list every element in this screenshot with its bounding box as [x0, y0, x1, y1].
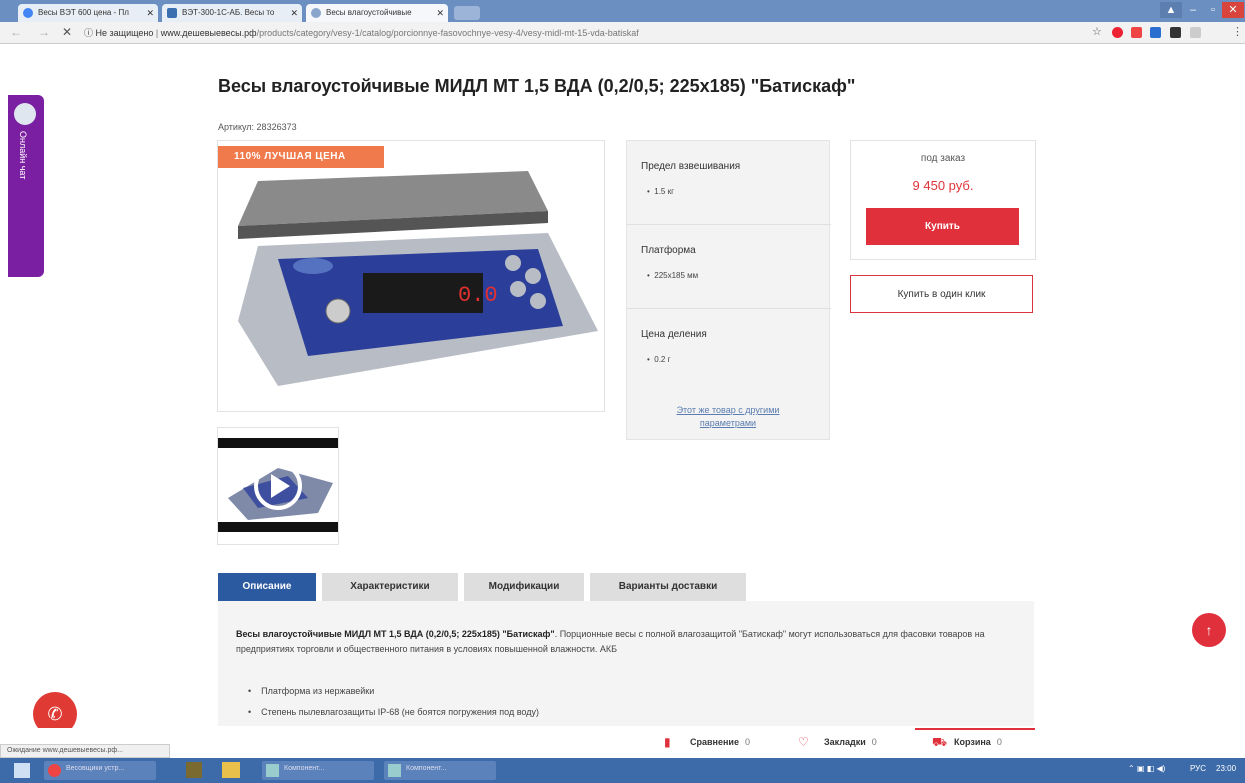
back-icon[interactable]: ←	[10, 25, 22, 39]
user-icon[interactable]: ▲	[1160, 2, 1182, 18]
minimize-button[interactable]: –	[1182, 2, 1204, 18]
best-price-badge: 110% ЛУЧШАЯ ЦЕНА	[218, 146, 384, 168]
language-indicator[interactable]: РУС	[1190, 764, 1206, 773]
browser-status: Ожидание www.дешевыевесы.рф...	[0, 744, 170, 758]
opera-extension-icon[interactable]	[1112, 27, 1123, 38]
browser-tab-3[interactable]: Весы влагоустойчивые ✕	[306, 4, 448, 22]
security-label: Не защищено	[95, 28, 154, 38]
spec-platform: Платформа • 225х185 мм	[627, 225, 831, 309]
window-icon	[388, 764, 401, 777]
url-host: www.дешевыевесы.рф	[160, 28, 257, 38]
list-item: Степень пылевлагозащиты IP-68 (не боятся…	[248, 702, 539, 723]
forward-icon[interactable]: →	[38, 25, 50, 39]
browser-tab-label: Весы ВЭТ 600 цена - Пл	[38, 8, 129, 17]
url-field[interactable]: ⓘ Не защищено | www.дешевыевесы.рф/produ…	[84, 26, 639, 39]
tray-icons[interactable]: ⌃ ▣ ◧ ◀)	[1128, 764, 1165, 773]
tab-description[interactable]: Описание	[218, 573, 316, 601]
list-item: Платформа из нержавейки	[248, 681, 539, 702]
folder-icon[interactable]	[222, 762, 240, 778]
clock[interactable]: 23:00	[1216, 764, 1236, 773]
tab-modifications[interactable]: Модификации	[464, 573, 584, 601]
close-window-button[interactable]: ✕	[1222, 2, 1244, 18]
save-extension-icon[interactable]	[1131, 27, 1142, 38]
scale-illustration: 0.0	[238, 171, 598, 386]
operator-avatar	[14, 103, 36, 125]
taskbar-item[interactable]: Компонент...	[262, 761, 374, 780]
heart-icon: ♡	[798, 735, 809, 749]
cart-highlight-line	[915, 728, 1035, 730]
product-sku: Артикул: 28326373	[218, 122, 297, 132]
tab-characteristics[interactable]: Характеристики	[322, 573, 458, 601]
spec-title: Предел взвешивания	[641, 161, 741, 172]
loading-icon	[311, 8, 321, 18]
taskbar-chrome[interactable]: Весовщики устр...	[44, 761, 156, 780]
video-thumbnail[interactable]	[217, 427, 339, 545]
play-video-icon	[218, 438, 338, 532]
product-image[interactable]: 0.0	[217, 140, 605, 412]
product-title: Весы влагоустойчивые МИДЛ МТ 1,5 ВДА (0,…	[218, 76, 856, 96]
windows-start-icon[interactable]	[14, 763, 30, 778]
spec-weight-limit: Предел взвешивания • 1.5 кг	[627, 141, 831, 225]
browser-tab-strip: Весы ВЭТ 600 цена - Пл ✕ ВЭТ-300-1С-АБ. …	[0, 0, 1245, 22]
description-panel: Весы влагоустойчивые МИДЛ МТ 1,5 ВДА (0,…	[218, 601, 1034, 726]
scale-display-value: 0.0	[458, 283, 498, 308]
compare-count: 0	[744, 737, 750, 747]
online-chat-widget[interactable]: Онлайн чат	[8, 95, 44, 277]
compare-icon: ▮	[664, 735, 671, 749]
one-click-buy-button[interactable]: Купить в один клик	[850, 275, 1033, 313]
download-extension-icon[interactable]	[1150, 27, 1161, 38]
maximize-button[interactable]: ▫	[1202, 2, 1224, 18]
browser-tab-1[interactable]: Весы ВЭТ 600 цена - Пл ✕	[18, 4, 158, 22]
spec-value: • 0.2 г	[647, 355, 671, 364]
cart-count: 0	[996, 737, 1002, 747]
close-tab-icon[interactable]: ✕	[146, 4, 154, 22]
tab-delivery[interactable]: Варианты доставки	[590, 573, 746, 601]
specs-panel: Предел взвешивания • 1.5 кг Платформа • …	[626, 140, 831, 440]
spec-division: Цена деления • 0.2 г	[627, 309, 831, 393]
browser-tab-2[interactable]: ВЭТ-300-1С-АБ. Весы то ✕	[162, 4, 302, 22]
compare-link[interactable]: Сравнение 0	[690, 737, 750, 747]
spec-title: Цена деления	[641, 329, 707, 340]
description-text: Весы влагоустойчивые МИДЛ МТ 1,5 ВДА (0,…	[236, 629, 985, 654]
chrome-icon	[48, 764, 61, 777]
browser-tab-label: ВЭТ-300-1С-АБ. Весы то	[182, 8, 275, 17]
url-path: /products/category/vesy-1/catalog/porcio…	[256, 28, 639, 38]
extension-icon[interactable]	[1170, 27, 1181, 38]
windows-taskbar: Весовщики устр... Компонент... Компонент…	[0, 758, 1245, 783]
info-icon: ⓘ	[84, 28, 94, 38]
browser-tab-label: Весы влагоустойчивые	[326, 8, 412, 17]
spec-title: Платформа	[641, 245, 696, 256]
window-icon	[266, 764, 279, 777]
site-favicon-icon	[167, 8, 177, 18]
app-icon[interactable]	[186, 762, 202, 778]
phone-icon: ✆	[47, 704, 63, 724]
bookmarks-count: 0	[871, 737, 877, 747]
cart-icon: ⛟	[932, 735, 948, 749]
google-icon	[23, 8, 33, 18]
other-params-link[interactable]: Этот же товар с другими параметрами	[626, 404, 830, 430]
product-price: 9 450 руб.	[912, 178, 974, 193]
online-chat-label: Онлайн чат	[18, 131, 28, 180]
buy-button[interactable]: Купить	[866, 208, 1019, 245]
taskbar-item[interactable]: Компонент...	[384, 761, 496, 780]
availability-status: под заказ	[920, 153, 966, 164]
feature-list: Платформа из нержавейки Степень пылевлаг…	[248, 681, 539, 723]
bookmark-star-icon[interactable]: ☆	[1092, 25, 1102, 38]
scroll-to-top-button[interactable]: ↑	[1192, 613, 1226, 647]
stop-loading-icon[interactable]: ✕	[62, 25, 72, 39]
bottom-sticky-bar: ▮ Сравнение 0 ♡ Закладки 0 ⛟ Корзина 0	[0, 728, 1245, 755]
spec-value: • 225х185 мм	[647, 271, 699, 280]
bookmarks-link[interactable]: Закладки 0	[824, 737, 877, 747]
shield-extension-icon[interactable]	[1190, 27, 1201, 38]
arrow-up-icon: ↑	[1205, 622, 1213, 638]
spec-value: • 1.5 кг	[647, 187, 675, 196]
cart-link[interactable]: Корзина 0	[954, 737, 1002, 747]
close-tab-icon[interactable]: ✕	[290, 4, 298, 22]
menu-icon[interactable]: ⋮	[1232, 25, 1243, 38]
close-tab-icon[interactable]: ✕	[436, 4, 444, 22]
new-tab-button[interactable]	[454, 6, 480, 20]
address-bar: ← → ✕ ⓘ Не защищено | www.дешевыевесы.рф…	[0, 22, 1245, 44]
